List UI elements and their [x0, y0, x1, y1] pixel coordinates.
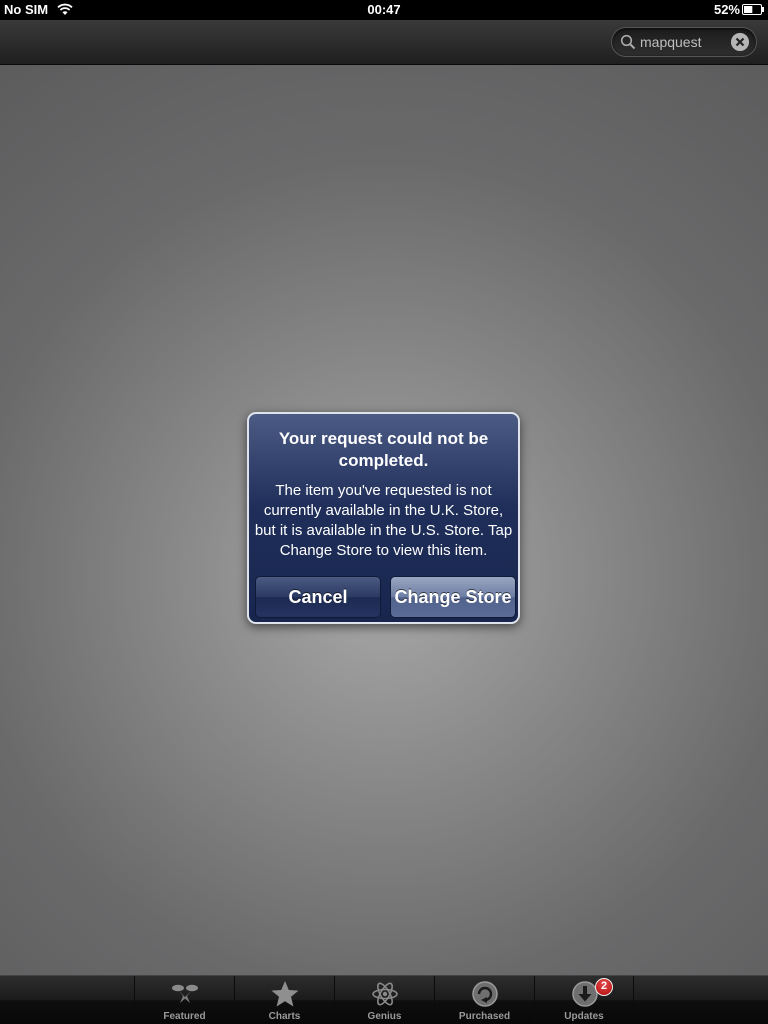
- tab-genius[interactable]: Genius: [334, 976, 434, 1024]
- status-bar: No SIM 00:47 52%: [0, 0, 768, 20]
- tab-charts[interactable]: Charts: [234, 976, 334, 1024]
- star-icon: [271, 981, 299, 1007]
- tab-label-charts: Charts: [268, 1011, 301, 1022]
- search-icon: [620, 34, 636, 50]
- tab-featured[interactable]: Featured: [134, 976, 234, 1024]
- navigation-bar: [0, 20, 768, 65]
- tab-label-genius: Genius: [367, 1011, 402, 1022]
- clock-label: 00:47: [367, 2, 401, 17]
- tab-purchased[interactable]: Purchased: [434, 976, 534, 1024]
- app-store-screen: No SIM 00:47 52% mapquest Your request c…: [0, 0, 768, 1024]
- cancel-button[interactable]: Cancel: [255, 576, 381, 618]
- alert-dialog: Your request could not be completed. The…: [247, 412, 520, 624]
- tab-updates[interactable]: 2 Updates: [534, 976, 634, 1024]
- atom-icon: [372, 982, 398, 1006]
- updates-badge: 2: [595, 978, 613, 996]
- tab-label-featured: Featured: [163, 1011, 206, 1022]
- tab-bar: Featured Charts Genius Purchased 2 Updat…: [0, 975, 768, 1024]
- alert-message: The item you've requested is not current…: [254, 482, 513, 559]
- search-input[interactable]: [640, 33, 730, 51]
- clear-search-icon[interactable]: [731, 33, 749, 51]
- featured-icon: [172, 984, 198, 1003]
- tab-label-updates: Updates: [564, 1011, 604, 1022]
- battery-percent-label: 52%: [713, 2, 740, 17]
- tab-label-purchased: Purchased: [458, 1011, 511, 1022]
- alert-title: Your request could not be completed.: [278, 429, 489, 470]
- search-field[interactable]: [611, 27, 757, 57]
- purchased-icon: [472, 981, 498, 1007]
- change-store-button[interactable]: Change Store: [390, 576, 516, 618]
- battery-icon: [742, 4, 764, 15]
